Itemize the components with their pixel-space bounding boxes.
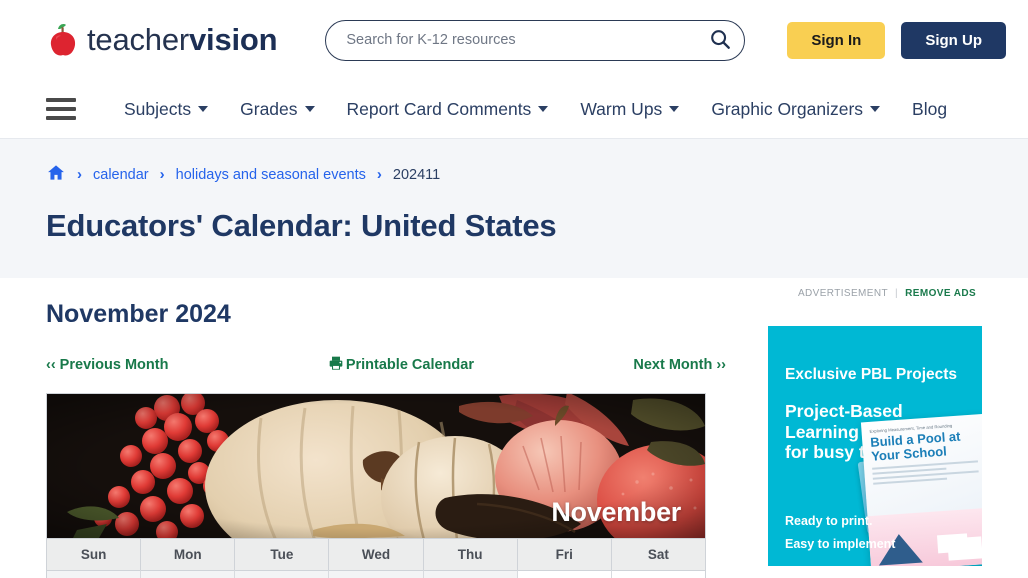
nav-label: Report Card Comments: [346, 98, 532, 119]
sign-in-button[interactable]: Sign In: [787, 21, 886, 59]
sign-up-button[interactable]: Sign Up: [901, 21, 1006, 59]
sidebar-ad-column: ADVERTISEMENT | REMOVE ADS Exclusive PBL…: [726, 278, 1006, 578]
previous-month-link[interactable]: ‹‹ Previous Month: [46, 357, 168, 373]
day-header-sun: Sun: [47, 539, 142, 570]
remove-ads-link[interactable]: REMOVE ADS: [905, 288, 976, 299]
breadcrumb: › calendar › holidays and seasonal event…: [46, 163, 982, 186]
day-header-sat: Sat: [647, 547, 669, 562]
advertisement-banner[interactable]: Exclusive PBL Projects Project-Based Lea…: [768, 326, 982, 566]
nav-item-report-card-comments[interactable]: Report Card Comments: [331, 99, 565, 120]
site-header: teachervision Sign In Sign Up: [0, 0, 1028, 80]
calendar-table: November Sun Mon Tue Wed Thu Fri Sat: [46, 393, 706, 578]
content-row: November 2024 ‹‹ Previous Month Printabl…: [0, 278, 1028, 578]
breadcrumb-item-calendar[interactable]: calendar: [93, 167, 149, 183]
search-container: [325, 19, 746, 61]
home-icon: [46, 165, 66, 186]
auth-buttons: Sign In Sign Up: [787, 21, 1006, 59]
page-header-band: › calendar › holidays and seasonal event…: [0, 139, 1028, 278]
day-header-wed: Wed: [329, 539, 424, 570]
nav-label: Warm Ups: [580, 98, 663, 119]
chevron-down-icon: [538, 106, 549, 112]
chevron-down-icon: [870, 106, 881, 112]
breadcrumb-home-link[interactable]: [46, 163, 66, 186]
printer-icon: [328, 355, 344, 375]
ad-foot-line1: Ready to print.: [785, 513, 873, 528]
day-header-tue: Tue: [235, 539, 330, 570]
page-title: Educators' Calendar: United States: [46, 208, 557, 243]
logo-text-bold: vision: [189, 22, 278, 57]
nav-item-grades[interactable]: Grades: [224, 99, 330, 120]
apple-icon: [46, 22, 80, 58]
calendar-day-cell[interactable]: [517, 570, 612, 578]
advertisement-meta: ADVERTISEMENT | REMOVE ADS: [768, 288, 1006, 299]
ad-eyebrow-text: Exclusive PBL Projects: [785, 366, 958, 383]
chevron-down-icon: [198, 106, 209, 112]
hamburger-icon[interactable]: [46, 98, 76, 120]
calendar-day-cell[interactable]: [423, 570, 518, 578]
booklet-title: Build a Pool at Your School: [869, 428, 961, 464]
nav-label: Subjects: [124, 98, 192, 119]
calendar-navigation: ‹‹ Previous Month Printable Calendar Nex…: [46, 355, 726, 375]
day-header-thu: Thu: [424, 539, 518, 570]
search-button[interactable]: [703, 23, 737, 57]
month-heading: November 2024: [46, 300, 231, 328]
search-input[interactable]: [325, 19, 746, 61]
ad-headline-line2: Learning: [785, 421, 859, 442]
nav-label: Blog: [912, 98, 948, 119]
chevron-down-icon: [304, 106, 315, 112]
nav-label: Grades: [240, 98, 298, 119]
nav-label: Graphic Organizers: [711, 98, 864, 119]
calendar-day-cell[interactable]: [235, 570, 330, 578]
nav-item-blog[interactable]: Blog: [896, 99, 963, 120]
calendar-week-row: [47, 570, 705, 578]
ad-headline-line1: Project-Based: [785, 401, 903, 421]
next-month-link[interactable]: Next Month ››: [633, 357, 726, 373]
calendar-day-cell[interactable]: [47, 570, 142, 578]
site-logo[interactable]: teachervision: [46, 22, 278, 58]
day-header-mon: Mon: [141, 539, 236, 570]
calendar-day-header-row: Sun Mon Tue Wed Thu Fri Sat: [47, 538, 705, 570]
printable-calendar-label: Printable Calendar: [345, 357, 474, 373]
banner-month-label: November: [551, 497, 681, 527]
main-column: November 2024 ‹‹ Previous Month Printabl…: [46, 278, 726, 578]
breadcrumb-separator: ›: [77, 166, 82, 183]
calendar-banner-image: November: [47, 394, 705, 538]
chevron-down-icon: [669, 106, 680, 112]
nav-item-graphic-organizers[interactable]: Graphic Organizers: [695, 99, 896, 120]
main-navigation: Subjects Grades Report Card Comments War…: [0, 80, 1028, 139]
search-icon: [709, 28, 731, 53]
breadcrumb-separator: ›: [376, 166, 382, 183]
advertisement-label: ADVERTISEMENT: [797, 288, 888, 299]
calendar-day-cell[interactable]: [329, 570, 424, 578]
breadcrumb-item-holidays[interactable]: holidays and seasonal events: [176, 167, 366, 183]
ad-foot-line2: Easy to implement: [785, 536, 896, 551]
calendar-day-cell[interactable]: [611, 570, 705, 578]
breadcrumb-separator: ›: [159, 166, 165, 183]
nav-item-subjects[interactable]: Subjects: [108, 99, 224, 120]
calendar-day-cell[interactable]: [141, 570, 236, 578]
nav-item-warm-ups[interactable]: Warm Ups: [564, 99, 695, 120]
ad-footer-text: Ready to print. Easy to implement: [785, 510, 895, 556]
logo-text-light: teacher: [87, 22, 189, 57]
advertisement-separator: |: [894, 288, 898, 299]
breadcrumb-item-current: 202411: [392, 166, 441, 183]
printable-calendar-link[interactable]: Printable Calendar: [328, 355, 474, 375]
logo-text: teachervision: [87, 22, 278, 58]
day-header-fri: Fri: [518, 539, 612, 570]
booklet-text-lines: [872, 460, 979, 486]
